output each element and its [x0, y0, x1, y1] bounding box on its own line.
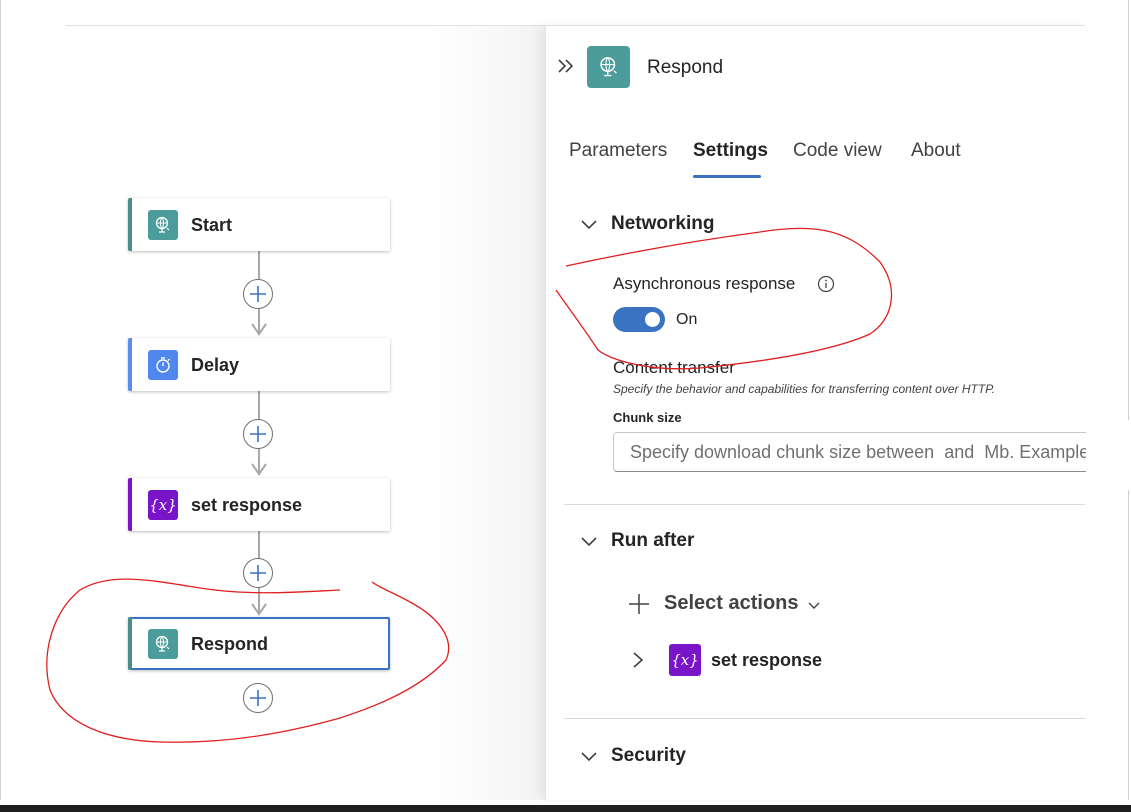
- collapse-panel-button[interactable]: [556, 56, 576, 76]
- tab-parameters[interactable]: Parameters: [569, 140, 667, 162]
- section-networking-header[interactable]: Networking: [580, 213, 714, 235]
- toggle-state-label: On: [676, 311, 698, 328]
- globe-request-icon: [148, 210, 178, 240]
- double-chevron-right-icon: [558, 59, 574, 73]
- plus-icon: [250, 690, 266, 706]
- variable-icon: {x}: [148, 490, 178, 520]
- timer-icon: [148, 350, 178, 380]
- insert-step-button[interactable]: [243, 279, 273, 309]
- section-run-after-header[interactable]: Run after: [580, 530, 694, 552]
- window-border-right: [1128, 0, 1129, 800]
- node-label: set response: [191, 495, 303, 515]
- node-label: Delay: [191, 355, 240, 375]
- section-title: Security: [611, 745, 686, 766]
- node-accent-bar: [128, 478, 132, 531]
- node-delay[interactable]: Delay: [128, 338, 390, 391]
- panel-title: Respond: [647, 57, 724, 78]
- insert-step-button[interactable]: [243, 419, 273, 449]
- chevron-down-icon: [808, 602, 820, 609]
- node-label: Start: [191, 215, 233, 235]
- select-actions-label: Select actions: [664, 592, 799, 614]
- active-tab-indicator: [693, 175, 761, 178]
- plus-icon: [629, 593, 649, 614]
- run-after-action-row[interactable]: {x} set response: [630, 644, 822, 676]
- insert-step-button[interactable]: [243, 558, 273, 588]
- section-title: Networking: [611, 213, 715, 234]
- node-accent-bar: [128, 338, 132, 391]
- node-respond[interactable]: Respond: [128, 617, 390, 670]
- bottom-bar: [0, 805, 1131, 812]
- globe-request-icon: [148, 629, 178, 659]
- async-response-label: Asynchronous response: [613, 274, 796, 293]
- plus-icon: [250, 565, 266, 581]
- async-response-toggle[interactable]: [613, 307, 665, 332]
- content-transfer-title: Content transfer: [613, 358, 735, 377]
- toggle-knob: [645, 312, 660, 327]
- chevron-down-icon: [581, 752, 597, 762]
- globe-request-icon: [587, 46, 630, 88]
- select-actions-button[interactable]: Select actions: [628, 592, 821, 615]
- node-set-response[interactable]: {x} set response: [128, 478, 390, 531]
- section-security-header[interactable]: Security: [580, 745, 686, 767]
- node-accent-bar: [128, 617, 132, 670]
- content-transfer-description: Specify the behavior and capabilities fo…: [613, 382, 995, 396]
- section-divider: [564, 504, 1085, 505]
- chevron-down-icon: [581, 220, 597, 230]
- chunk-size-label: Chunk size: [613, 410, 682, 425]
- tab-settings[interactable]: Settings: [693, 140, 768, 162]
- plus-icon: [250, 286, 266, 302]
- chevron-right-icon[interactable]: [630, 650, 646, 670]
- chunk-size-input[interactable]: [613, 432, 1103, 472]
- chevron-down-icon: [581, 537, 597, 547]
- insert-step-button[interactable]: [243, 683, 273, 713]
- panel-clip: [1086, 420, 1131, 490]
- section-title: Run after: [611, 530, 695, 551]
- variable-icon: {x}: [669, 644, 701, 676]
- section-divider: [564, 718, 1085, 719]
- tab-code-view[interactable]: Code view: [793, 140, 882, 162]
- run-after-action-label: set response: [711, 649, 823, 670]
- canvas-edge-fade: [430, 26, 545, 800]
- tab-about[interactable]: About: [911, 140, 961, 162]
- node-start[interactable]: Start: [128, 198, 390, 251]
- info-icon[interactable]: [817, 275, 835, 298]
- plus-icon: [250, 426, 266, 442]
- node-accent-bar: [128, 198, 132, 251]
- node-label: Respond: [191, 634, 269, 654]
